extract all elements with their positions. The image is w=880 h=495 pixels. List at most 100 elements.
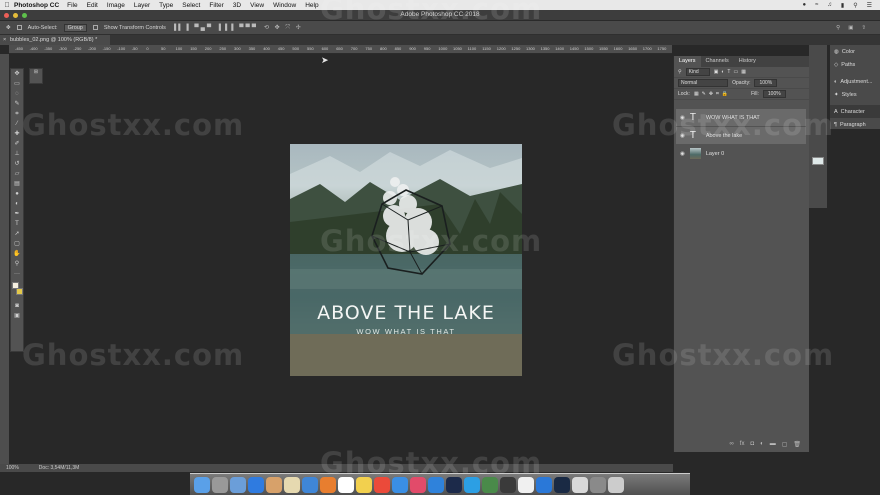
document-tab[interactable]: × bubbles_02.png @ 100% (RGB/8) * [0, 35, 110, 45]
layer-name[interactable]: Layer 0 [706, 151, 724, 157]
blur-tool-icon[interactable]: ● [11, 189, 23, 199]
styles-panel-label: Styles [841, 91, 857, 98]
transform-controls-checkbox[interactable] [92, 25, 98, 30]
background-color-swatch[interactable] [16, 288, 23, 295]
dock-app-icon[interactable] [572, 476, 588, 493]
horizontal-ruler[interactable]: -450 -400 -350 -300 -250 -200 -150 -100 -50 0 50 10… [9, 45, 672, 54]
workspace-icon[interactable]: ▣ [848, 25, 853, 31]
dock-app-icon[interactable] [590, 476, 606, 493]
search-icon[interactable]: ⚲ [836, 25, 840, 31]
document-canvas[interactable]: ABOVE THE LAKE WOW WHAT IS THAT [290, 144, 522, 376]
dock-app-icon[interactable] [302, 476, 318, 493]
zoom-level[interactable]: 100% [6, 464, 19, 472]
filter-type-icons[interactable]: ▣◐T▭▦ [714, 69, 749, 75]
tab-layers[interactable]: Layers [674, 56, 701, 67]
hand-tool-icon[interactable]: ✋ [11, 249, 23, 259]
paragraph-panel-button[interactable]: ¶ Paragraph [830, 118, 880, 131]
type-tool-icon[interactable]: T [11, 219, 23, 229]
menu-edit[interactable]: Edit [87, 2, 98, 9]
delete-layer-icon[interactable]: 🗑 [793, 441, 801, 448]
move-tool-preset-icon[interactable]: ✥ [6, 25, 11, 31]
vertical-ruler[interactable] [0, 54, 9, 464]
volume-icon[interactable]: ♫ [827, 2, 832, 9]
menu-view[interactable]: View [250, 2, 264, 9]
notification-icon[interactable]: ☰ [867, 2, 872, 9]
dock-app-icon[interactable] [248, 476, 264, 493]
apple-icon[interactable]:  [0, 2, 14, 9]
tool-presets-mini-panel[interactable]: ⊞ [29, 68, 43, 84]
share-icon[interactable]: ⇧ [861, 25, 866, 31]
marquee-tool-icon[interactable]: ▭ [11, 79, 23, 89]
menu-3d[interactable]: 3D [233, 2, 241, 9]
pen-tool-icon[interactable]: ✒ [11, 209, 23, 219]
align-icons[interactable]: ▐▌▐ ▀▄▀ ▐▐▐ ▀▀▀ [172, 25, 258, 31]
menu-window[interactable]: Window [273, 2, 296, 9]
dock-app-icon[interactable] [194, 476, 210, 493]
3d-mode-icons[interactable]: ⟲ ✥ ⤧ ✢ [264, 24, 303, 32]
adjustment-layer-icon[interactable]: ◐ [760, 441, 764, 448]
menu-layer[interactable]: Layer [134, 2, 150, 9]
quick-mask-icon[interactable]: ◙ [11, 301, 23, 311]
tab-channels[interactable]: Channels [701, 56, 734, 67]
history-brush-icon[interactable]: ↺ [11, 159, 23, 169]
fx-icon[interactable]: fx [740, 441, 745, 448]
layer-row-image[interactable]: ◉ Layer 0 [676, 145, 806, 162]
watermark-text: Ghostxx.com [612, 338, 835, 372]
blend-mode-dropdown[interactable]: Normal [678, 79, 729, 87]
character-panel-button[interactable]: A Character [830, 105, 880, 118]
lock-icons[interactable]: ▦✎✥⌗🔒 [694, 91, 731, 97]
auto-select-checkbox[interactable] [16, 25, 22, 30]
close-tab-icon[interactable]: × [3, 35, 6, 45]
shape-tool-icon[interactable]: ▢ [11, 239, 23, 249]
app-menu[interactable]: Photoshop CC [14, 2, 59, 9]
opacity-input[interactable]: 100% [754, 79, 778, 87]
new-layer-icon[interactable]: ▢ [782, 441, 788, 448]
menu-select[interactable]: Select [182, 2, 200, 9]
menu-type[interactable]: Type [159, 2, 173, 9]
group-folder-icon[interactable]: ▬ [770, 441, 776, 448]
dock-app-icon[interactable] [284, 476, 300, 493]
styles-panel-button[interactable]: ✦ Styles [830, 88, 880, 101]
ruler-tick-label: 0 [146, 46, 149, 51]
wifi-icon[interactable]: ≈ [815, 2, 818, 9]
color-panel-button[interactable]: ◍ Color [830, 45, 880, 58]
stamp-tool-icon[interactable]: ⊥ [11, 149, 23, 159]
visibility-eye-icon[interactable]: ◉ [680, 151, 685, 157]
eraser-tool-icon[interactable]: ▱ [11, 169, 23, 179]
screen-mode-icon[interactable]: ▣ [11, 311, 23, 321]
dock-app-icon[interactable] [608, 476, 624, 493]
tab-history[interactable]: History [734, 56, 761, 67]
path-select-tool-icon[interactable]: ➚ [11, 229, 23, 239]
dodge-tool-icon[interactable]: ◐ [11, 199, 23, 209]
status-icon[interactable]: ● [802, 2, 806, 9]
lasso-tool-icon[interactable]: ◌ [11, 89, 23, 99]
move-tool-icon[interactable]: ✥ [11, 69, 23, 79]
menu-image[interactable]: Image [107, 2, 125, 9]
menu-file[interactable]: File [67, 2, 77, 9]
document-info[interactable]: Doc: 3,54M/11,3M [39, 464, 79, 472]
more-tools-icon[interactable]: ··· [11, 269, 23, 279]
mini-swatch-icon[interactable] [812, 157, 824, 165]
auto-select-dropdown[interactable]: Group [63, 23, 87, 32]
adjustments-panel-label: Adjustment... [840, 78, 873, 85]
spotlight-icon[interactable]: ⚲ [853, 2, 857, 9]
character-icon: A [834, 108, 838, 115]
character-panel-label: Character [840, 108, 865, 115]
zoom-tool-icon[interactable]: ⚲ [11, 259, 23, 269]
fill-input[interactable]: 100% [762, 90, 786, 98]
dock-app-icon[interactable] [266, 476, 282, 493]
menu-help[interactable]: Help [305, 2, 318, 9]
menu-filter[interactable]: Filter [209, 2, 223, 9]
mask-icon[interactable]: ◘ [750, 441, 754, 448]
link-layers-icon[interactable]: ∞ [730, 441, 734, 448]
layer-filter-dropdown[interactable]: Kind [685, 68, 710, 76]
dock-app-icon[interactable] [554, 476, 570, 493]
ruler-tick-label: 350 [248, 46, 256, 51]
dock-app-icon[interactable] [212, 476, 228, 493]
adjustments-panel-button[interactable]: ◐ Adjustment... [830, 75, 880, 88]
dock-app-icon[interactable] [230, 476, 246, 493]
color-swatches[interactable] [11, 279, 23, 301]
gradient-tool-icon[interactable]: ▤ [11, 179, 23, 189]
paths-panel-button[interactable]: ◇ Paths [830, 58, 880, 71]
battery-icon[interactable]: ▮ [841, 2, 844, 9]
